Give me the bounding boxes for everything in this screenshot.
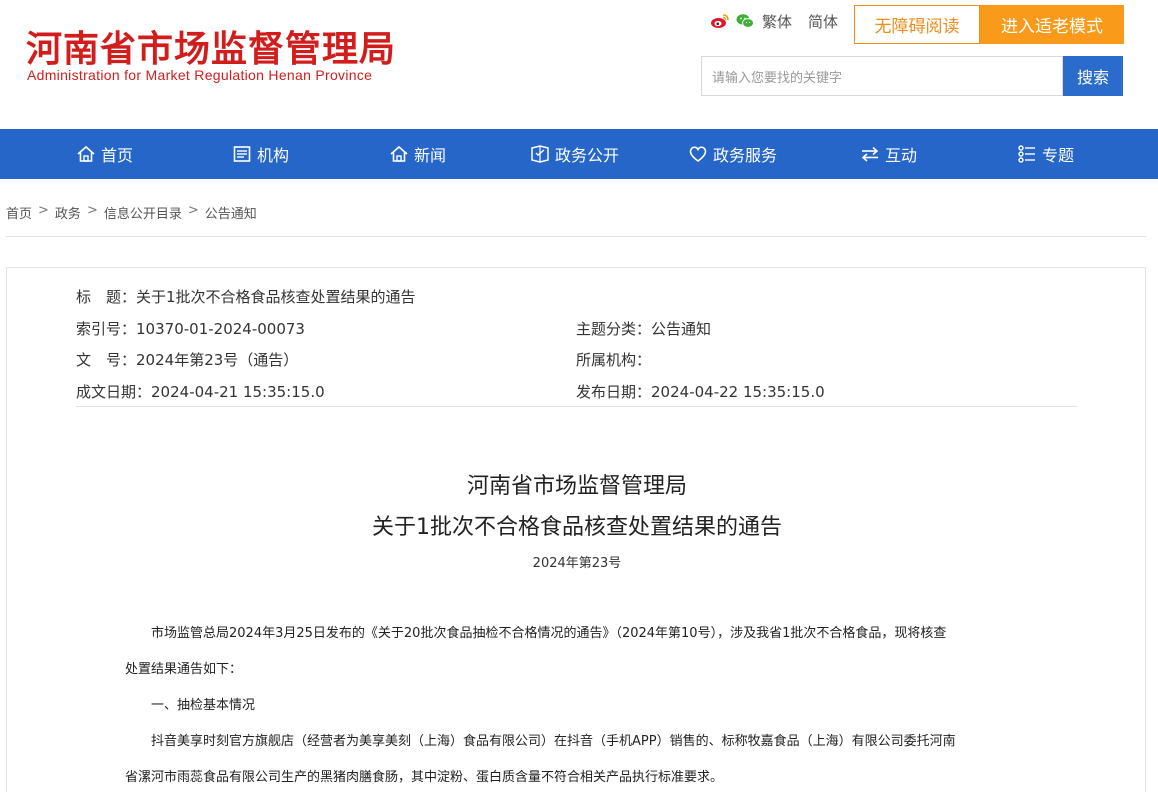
- nav-label: 专题: [1042, 146, 1075, 165]
- nav-item-topic[interactable]: 专题: [1017, 129, 1074, 179]
- nav-item-org[interactable]: 机构: [232, 129, 289, 179]
- meta-topic-label: 主题分类：: [576, 320, 652, 338]
- exchange-icon: [861, 146, 879, 162]
- meta-docno: 文 号：2024年第23号（通告）: [76, 349, 298, 370]
- search-button[interactable]: 搜索: [1063, 56, 1123, 96]
- heart-icon: [689, 146, 707, 162]
- article-paragraph-2-line-1: 抖音美享时刻官方旗舰店（经营者为美享美刻（上海）食品有限公司）在抖音（手机APP…: [125, 734, 956, 749]
- meta-index: 索引号：10370-01-2024-00073: [76, 318, 305, 339]
- meta-docno-label: 文 号：: [76, 351, 137, 369]
- breadcrumb-item-catalog[interactable]: 信息公开目录: [104, 203, 182, 222]
- meta-org-label: 所属机构：: [576, 351, 652, 369]
- article-section-heading: 一、抽检基本情况: [125, 698, 256, 713]
- wechat-icon[interactable]: [736, 13, 754, 29]
- top-tools: 繁体 简体: [710, 10, 838, 32]
- breadcrumb: 首页 > 政务 > 信息公开目录 > 公告通知: [6, 203, 257, 222]
- nav-item-interact[interactable]: 互动: [860, 129, 917, 179]
- site-logo-en: Administration for Market Regulation Hen…: [27, 67, 373, 83]
- meta-created: 成文日期：2024-04-21 15:35:15.0: [76, 381, 325, 402]
- breadcrumb-item-notice[interactable]: 公告通知: [205, 203, 257, 222]
- meta-org: 所属机构：: [576, 349, 651, 370]
- meta-published: 发布日期：2024-04-22 15:35:15.0: [576, 381, 825, 402]
- home-icon: [77, 145, 95, 162]
- search-placeholder: 请输入您要找的关键字: [712, 70, 843, 86]
- nav-label: 新闻: [414, 146, 447, 165]
- meta-published-label: 发布日期：: [576, 383, 652, 401]
- article-heading-title: 关于1批次不合格食品核查处置结果的通告: [372, 515, 782, 540]
- meta-title: 标 题：关于1批次不合格食品核查处置结果的通告: [76, 286, 416, 307]
- weibo-icon[interactable]: [710, 13, 730, 29]
- nav-label: 互动: [885, 146, 918, 165]
- accessibility-button[interactable]: 无障碍阅读: [854, 5, 980, 44]
- breadcrumb-item-gov[interactable]: 政务: [55, 203, 81, 222]
- search-input[interactable]: 请输入您要找的关键字: [701, 56, 1063, 96]
- main-nav: 首页 机构 新闻 政务公开 政务服务 互动 专题: [0, 129, 1158, 179]
- nav-item-home[interactable]: 首页: [76, 129, 133, 179]
- breadcrumb-separator: >: [38, 203, 49, 218]
- nav-label: 首页: [101, 146, 134, 165]
- meta-docno-value: 2024年第23号（通告）: [136, 351, 299, 369]
- site-header: 河南省市场监督管理局 Administration for Market Reg…: [0, 0, 1158, 129]
- breadcrumb-divider: [6, 236, 1146, 237]
- article-paragraph-2-line-2: 省漯河市雨蕊食品有限公司生产的黑猪肉膳食肠，其中淀粉、蛋白质含量不符合相关产品执…: [125, 770, 724, 785]
- article-paragraph-1-line-2: 处置结果通告如下：: [125, 662, 243, 677]
- meta-topic-value: 公告通知: [651, 320, 712, 338]
- breadcrumb-separator: >: [187, 203, 199, 218]
- nav-label: 机构: [257, 146, 290, 165]
- meta-created-label: 成文日期：: [76, 383, 152, 401]
- nav-item-open-gov[interactable]: 政务公开: [530, 129, 619, 179]
- meta-topic: 主题分类：公告通知: [576, 318, 711, 339]
- breadcrumb-separator: >: [86, 203, 98, 218]
- topic-icon: [1018, 145, 1035, 163]
- article-doc-number: 2024年第23号: [532, 556, 622, 571]
- breadcrumb-item-home[interactable]: 首页: [6, 203, 32, 222]
- news-icon: [390, 145, 408, 162]
- nav-item-service[interactable]: 政务服务: [688, 129, 777, 179]
- nav-label: 政务公开: [555, 146, 620, 165]
- org-icon: [233, 146, 251, 162]
- meta-title-label: 标 题：: [76, 288, 137, 306]
- article-card: 标 题：关于1批次不合格食品核查处置结果的通告 索引号：10370-01-202…: [6, 267, 1146, 792]
- article-heading-issuer: 河南省市场监督管理局: [466, 474, 687, 499]
- meta-index-label: 索引号：: [76, 320, 137, 338]
- meta-index-value: 10370-01-2024-00073: [136, 320, 305, 338]
- site-logo-cn[interactable]: 河南省市场监督管理局: [26, 20, 396, 72]
- open-gov-icon: [531, 145, 549, 163]
- elder-mode-button[interactable]: 进入适老模式: [980, 5, 1124, 44]
- meta-divider: [76, 406, 1077, 407]
- nav-item-news[interactable]: 新闻: [389, 129, 446, 179]
- meta-created-value: 2024-04-21 15:35:15.0: [151, 383, 325, 401]
- article-paragraph-1-line-1: 市场监管总局2024年3月25日发布的《关于20批次食品抽检不合格情况的通告》（…: [125, 626, 947, 641]
- meta-title-value: 关于1批次不合格食品核查处置结果的通告: [136, 288, 416, 306]
- nav-label: 政务服务: [713, 146, 778, 165]
- lang-traditional-link[interactable]: 繁体: [762, 11, 792, 32]
- meta-published-value: 2024-04-22 15:35:15.0: [651, 383, 825, 401]
- lang-simplified-link[interactable]: 简体: [808, 11, 838, 32]
